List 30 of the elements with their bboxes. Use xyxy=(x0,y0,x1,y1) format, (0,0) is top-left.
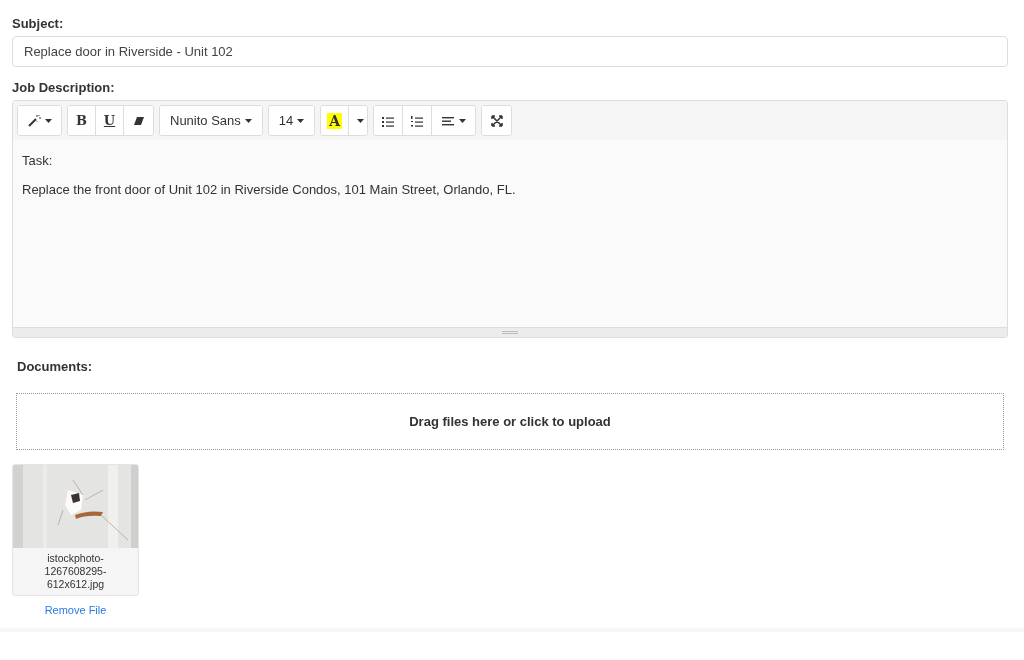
numbered-list-icon xyxy=(410,114,425,128)
paragraph: Task: xyxy=(22,152,54,170)
eraser-icon xyxy=(131,114,146,128)
underline-button[interactable]: U xyxy=(96,106,124,135)
align-button[interactable] xyxy=(432,106,476,135)
magic-wand-icon xyxy=(27,114,41,128)
highlight-color-button[interactable]: A xyxy=(321,106,350,135)
subject-field[interactable]: Replace door in Riverside - Unit 102 xyxy=(12,36,1008,67)
clear-format-button[interactable] xyxy=(124,106,153,135)
field-label: Job Description: xyxy=(12,79,116,94)
fullscreen-button[interactable] xyxy=(482,106,512,135)
remove-file-link[interactable]: Remove File xyxy=(44,602,107,619)
dropdown-button[interactable] xyxy=(349,106,368,135)
file-name: istockphoto-1267608295-612x612.jpg xyxy=(43,551,108,592)
caret-icon xyxy=(356,119,364,123)
bullet-list-icon xyxy=(381,114,396,128)
field-label: Documents: xyxy=(17,358,94,373)
fullscreen-icon xyxy=(489,114,504,128)
dropdown-button[interactable]: Nunito Sans xyxy=(160,106,262,135)
bullet-list-button[interactable] xyxy=(374,106,404,135)
editor-content[interactable]: Task: Replace the front door of Unit 102 in Riverside Condos, 101 Main Street, Orlando, FL. xyxy=(13,140,1007,327)
field-label: Subject: xyxy=(12,15,65,30)
numbered-list-button[interactable] xyxy=(403,106,433,135)
upload-dropzone[interactable]: Drag files here or click to upload xyxy=(16,393,1004,450)
resize-handle[interactable] xyxy=(13,327,1007,337)
paragraph: Replace the front door of Unit 102 in Riverside Condos, 101 Main Street, Orlando, FL. xyxy=(22,180,517,199)
bold-button[interactable]: B xyxy=(68,106,96,135)
style-button[interactable] xyxy=(18,106,61,135)
align-icon xyxy=(441,114,456,128)
dropdown-button[interactable]: 14 xyxy=(268,106,315,135)
